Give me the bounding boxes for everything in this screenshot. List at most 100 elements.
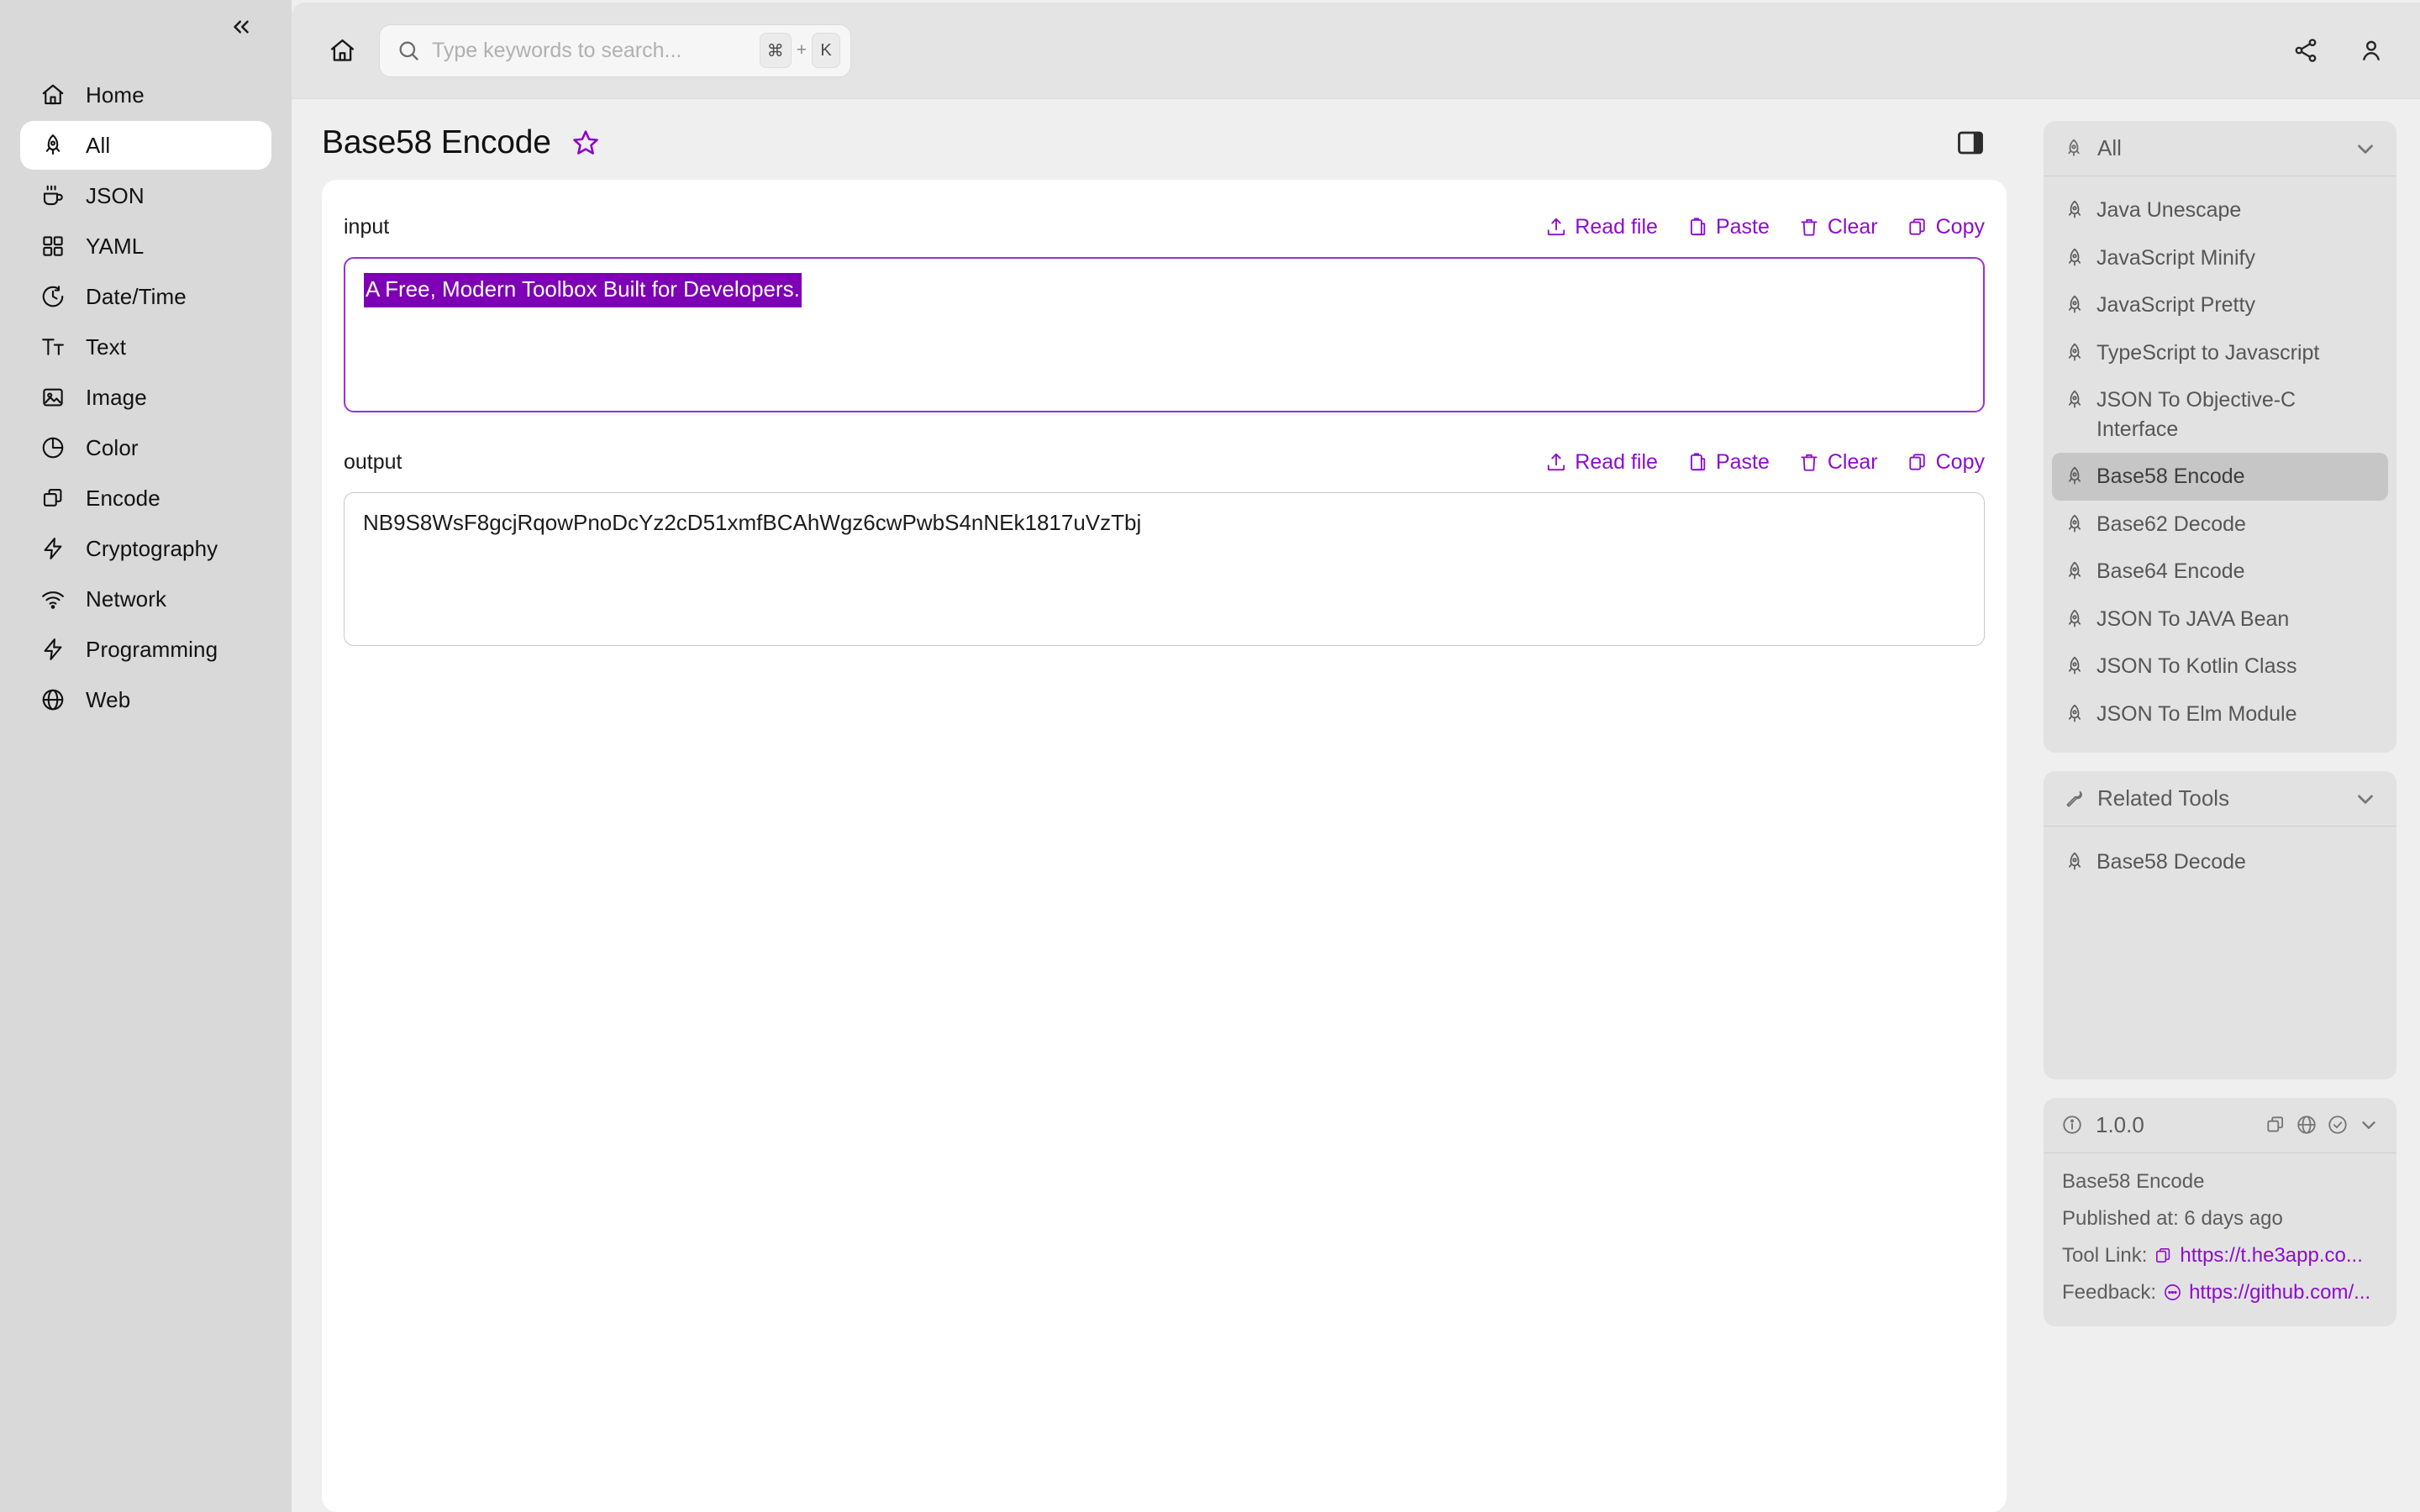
sidebar-item-home[interactable]: Home: [20, 71, 271, 119]
sidebar-header: [0, 0, 292, 54]
tool-list-item[interactable]: Base64 Encode: [2052, 548, 2388, 596]
copy-icon: [1909, 454, 1925, 470]
tools-list-scroll[interactable]: Java Unescape JavaScript Minify JavaScript…: [2044, 176, 2396, 753]
version-published: Published at: 6 days ago: [2062, 1206, 2283, 1230]
home-button[interactable]: [318, 27, 366, 74]
output-header: output Read file Paste Clear Copy: [344, 442, 1985, 482]
globe-icon[interactable]: [2296, 1114, 2317, 1136]
sidebar-item-label: Color: [86, 434, 139, 460]
rocket-icon: [2062, 137, 2086, 160]
rocket-icon: [2068, 852, 2081, 870]
output-clear-button[interactable]: Clear: [1798, 450, 1878, 475]
output-label: output: [344, 449, 402, 474]
rocket-icon: [2064, 342, 2086, 364]
chevron-down-icon[interactable]: [2353, 136, 2378, 161]
rocket-icon: [2068, 514, 2081, 533]
tool-list-item[interactable]: JSON To Elm Module: [2052, 690, 2388, 738]
rocket-icon: [2068, 704, 2081, 722]
pie-chart-icon: [42, 437, 64, 459]
output-copy-button[interactable]: Copy: [1907, 450, 1985, 475]
input-paste-button[interactable]: Paste: [1686, 215, 1770, 239]
rocket-icon: [2064, 389, 2086, 411]
sidebar-item-cryptography[interactable]: Cryptography: [20, 524, 271, 573]
sidebar-item-label: YAML: [86, 233, 145, 259]
tool-list-item[interactable]: JSON To Objective-C Interface: [2052, 376, 2388, 453]
account-button[interactable]: [2351, 30, 2391, 71]
copy-layers-glyph: [2267, 1116, 2284, 1132]
tool-list-item[interactable]: JSON To Kotlin Class: [2052, 643, 2388, 690]
search-input[interactable]: [432, 38, 748, 63]
feedback-url: https://github.com/...: [2189, 1280, 2371, 1304]
rocket-icon: [39, 131, 67, 160]
upload-icon: [1548, 453, 1565, 471]
tool-list-item[interactable]: JSON To JAVA Bean: [2052, 596, 2388, 643]
sidebar-item-network[interactable]: Network: [20, 575, 271, 623]
image-icon: [39, 383, 67, 412]
favorite-star-button[interactable]: [570, 127, 602, 159]
sidebar-item-image[interactable]: Image: [20, 373, 271, 422]
input-copy-button[interactable]: Copy: [1907, 215, 1985, 239]
sidebar-item-label: Cryptography: [86, 535, 218, 561]
copy-icon: [2156, 1248, 2170, 1263]
sidebar-item-all[interactable]: All: [20, 121, 271, 170]
rocket-icon: [2068, 200, 2081, 218]
sidebar-item-programming[interactable]: Programming: [20, 625, 271, 674]
sidebar-item-date-time[interactable]: Date/Time: [20, 272, 271, 321]
tool-list-item-label: JSON To Objective-C Interface: [2096, 388, 2296, 441]
input-label: input: [344, 214, 390, 239]
tool-list-item-label: Base58 Encode: [2096, 465, 2245, 488]
right-panel-toggle-button[interactable]: [1953, 125, 1988, 160]
chevrons-left-icon: [234, 20, 249, 34]
chevron-down-icon[interactable]: [2358, 1114, 2380, 1136]
input-clear-button[interactable]: Clear: [1798, 215, 1878, 239]
rocket-icon: [2068, 609, 2081, 627]
input-textarea[interactable]: [344, 257, 1985, 412]
feedback-link[interactable]: https://github.com/...: [2163, 1281, 2370, 1305]
version-card: 1.0.0 Base58 Encode Published at: 6 days…: [2044, 1097, 2396, 1326]
search-box[interactable]: ⌘ + K: [379, 24, 851, 77]
shortcut-k-key: K: [812, 33, 840, 68]
sidebar-item-color[interactable]: Color: [20, 423, 271, 472]
wrench-glyph: [2066, 790, 2082, 807]
main-area: ⌘ + K: [292, 0, 2420, 1512]
check-circle-glyph: [2328, 1116, 2347, 1134]
share-button[interactable]: [2286, 30, 2326, 71]
page-title: Base58 Encode: [322, 124, 551, 160]
clock-icon: [39, 282, 67, 311]
tool-list-item[interactable]: JavaScript Minify: [2052, 234, 2388, 282]
tool-list-item-label: Base62 Decode: [2096, 512, 2246, 536]
input-read-file-button[interactable]: Read file: [1545, 215, 1658, 239]
sidebar-item-web[interactable]: Web: [20, 675, 271, 724]
tool-list-item[interactable]: Java Unescape: [2052, 186, 2388, 234]
collapse-sidebar-button[interactable]: [223, 8, 260, 45]
globe-icon: [39, 685, 67, 714]
chevron-down-icon[interactable]: [2353, 786, 2378, 811]
sidebar-item-text[interactable]: Text: [20, 323, 271, 371]
check-circle-icon[interactable]: [2327, 1114, 2349, 1136]
center-column: Base58 Encode input Read file Paste Clea…: [292, 99, 2044, 1512]
tool-list-item[interactable]: Base62 Decode: [2052, 501, 2388, 549]
copy-layers-icon[interactable]: [2265, 1114, 2286, 1136]
related-tool-item[interactable]: Base58 Decode: [2052, 838, 2388, 886]
tool-list-item[interactable]: Base58 Encode: [2052, 453, 2388, 501]
clipboard-icon: [1690, 453, 1706, 471]
pie-chart-icon: [39, 433, 67, 462]
tools-list-header[interactable]: All: [2044, 121, 2396, 176]
sidebar-item-json[interactable]: JSON: [20, 171, 271, 220]
sidebar-item-encode[interactable]: Encode: [20, 474, 271, 522]
tool-list-item-label: JSON To Elm Module: [2096, 701, 2297, 726]
sidebar-item-yaml[interactable]: YAML: [20, 222, 271, 270]
output-block: output Read file Paste Clear Copy: [344, 442, 1985, 650]
tool-list-item[interactable]: TypeScript to Javascript: [2052, 329, 2388, 377]
output-textarea[interactable]: [344, 492, 1985, 646]
version-header: 1.0.0: [2044, 1098, 2396, 1153]
tool-link[interactable]: https://t.he3app.co...: [2154, 1244, 2363, 1268]
button-label: Copy: [1935, 449, 1985, 474]
comment-icon: [2165, 1284, 2181, 1300]
upload-icon: [1548, 218, 1565, 236]
clipboard-icon: [1690, 218, 1706, 236]
output-read-file-button[interactable]: Read file: [1545, 450, 1658, 475]
tool-list-item[interactable]: JavaScript Pretty: [2052, 281, 2388, 329]
related-tools-header[interactable]: Related Tools: [2044, 771, 2396, 827]
output-paste-button[interactable]: Paste: [1686, 450, 1770, 475]
